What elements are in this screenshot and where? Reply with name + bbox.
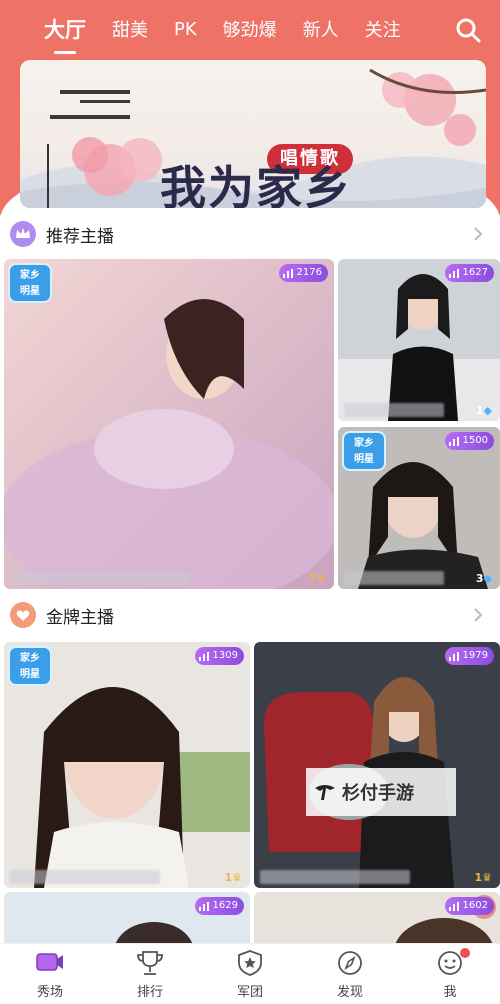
level-badge: 7♛ (308, 572, 326, 585)
diamond-icon: ◆ (483, 572, 492, 585)
signal-bars-icon (282, 268, 293, 278)
level-badge: 3◆ (475, 572, 492, 585)
nav-discover[interactable]: 发现 (300, 944, 400, 1004)
streamer-card[interactable]: 家乡 明星 2176 7♛ (4, 259, 334, 589)
chevron-right-icon[interactable] (468, 605, 488, 625)
signal-bars-icon (448, 901, 459, 911)
viewer-count-badge: 1602 (444, 897, 494, 915)
streamer-card[interactable]: 1979 1♛ (254, 642, 500, 888)
tab-follow[interactable]: 关注 (365, 16, 401, 42)
diamond-icon: ◆ (483, 404, 492, 417)
streamer-card[interactable]: 家乡 明星 1500 3◆ (338, 427, 500, 589)
hometown-star-badge: 家乡 明星 (8, 646, 52, 686)
hometown-star-badge: 家乡 明星 (342, 431, 386, 471)
section-gold[interactable]: 金牌主播 (0, 593, 500, 637)
crown-icon: ♛ (232, 871, 242, 884)
hometown-star-badge: 家乡 明星 (8, 263, 52, 303)
section-title: 推荐主播 (46, 226, 114, 247)
streamer-name-blurred (10, 870, 160, 884)
shield-star-icon (238, 949, 262, 976)
streamer-name-blurred (344, 571, 444, 585)
nav-me[interactable]: 我 (400, 944, 500, 1004)
streamer-card[interactable]: 1627 1◆ (338, 259, 500, 421)
heart-badge-icon (10, 602, 36, 628)
tab-hot[interactable]: 够劲爆 (223, 16, 277, 42)
chevron-right-icon[interactable] (468, 224, 488, 244)
nav-legion[interactable]: 军团 (200, 944, 300, 1004)
streamer-photo (4, 259, 334, 589)
crown-icon: ♛ (316, 572, 326, 585)
tab-pk[interactable]: PK (174, 19, 197, 40)
viewer-count-badge: 1627 (444, 264, 494, 282)
streamer-name-blurred (10, 571, 190, 585)
trophy-icon (137, 950, 163, 975)
level-badge: 1♛ (474, 871, 492, 884)
crown-icon: ♛ (482, 871, 492, 884)
viewer-count-badge: 2176 (278, 264, 328, 282)
streamer-name-blurred (344, 403, 444, 417)
signal-bars-icon (198, 651, 209, 661)
crown-icon (10, 221, 36, 247)
banner-title: 我为家乡 (160, 161, 352, 208)
compass-icon (338, 950, 362, 975)
watermark: 杉付手游 (306, 768, 456, 816)
notification-dot (460, 948, 470, 958)
level-badge: 1◆ (475, 404, 492, 417)
tab-new[interactable]: 新人 (303, 16, 339, 42)
viewer-count-badge: 1309 (194, 647, 244, 665)
section-recommended[interactable]: 推荐主播 (0, 212, 500, 256)
nav-showroom[interactable]: 秀场 (0, 944, 100, 1004)
signal-bars-icon (448, 436, 459, 446)
watermark-logo-icon (315, 785, 335, 800)
signal-bars-icon (198, 901, 209, 911)
section-title: 金牌主播 (46, 607, 114, 628)
promo-banner[interactable]: 唱情歌 我为家乡 (20, 60, 486, 208)
level-badge: 1♛ (224, 871, 242, 884)
search-icon[interactable] (454, 16, 482, 44)
streamer-photo (254, 642, 500, 888)
viewer-count-badge: 1629 (194, 897, 244, 915)
viewer-count-badge: 1500 (444, 432, 494, 450)
streamer-name-blurred (260, 870, 410, 884)
viewer-count-badge: 1979 (444, 647, 494, 665)
tab-hall[interactable]: 大厅 (44, 14, 86, 44)
video-icon (36, 952, 63, 971)
bottom-nav: 秀场 排行 军团 发现 我 (0, 943, 500, 1004)
signal-bars-icon (448, 651, 459, 661)
streamer-card[interactable]: 家乡 明星 1309 1♛ (4, 642, 250, 888)
streamer-photo (338, 259, 500, 421)
nav-ranking[interactable]: 排行 (100, 944, 200, 1004)
top-tabs: 大厅 甜美 PK 够劲爆 新人 关注 (0, 0, 500, 58)
signal-bars-icon (448, 268, 459, 278)
tab-sweet[interactable]: 甜美 (112, 16, 148, 42)
